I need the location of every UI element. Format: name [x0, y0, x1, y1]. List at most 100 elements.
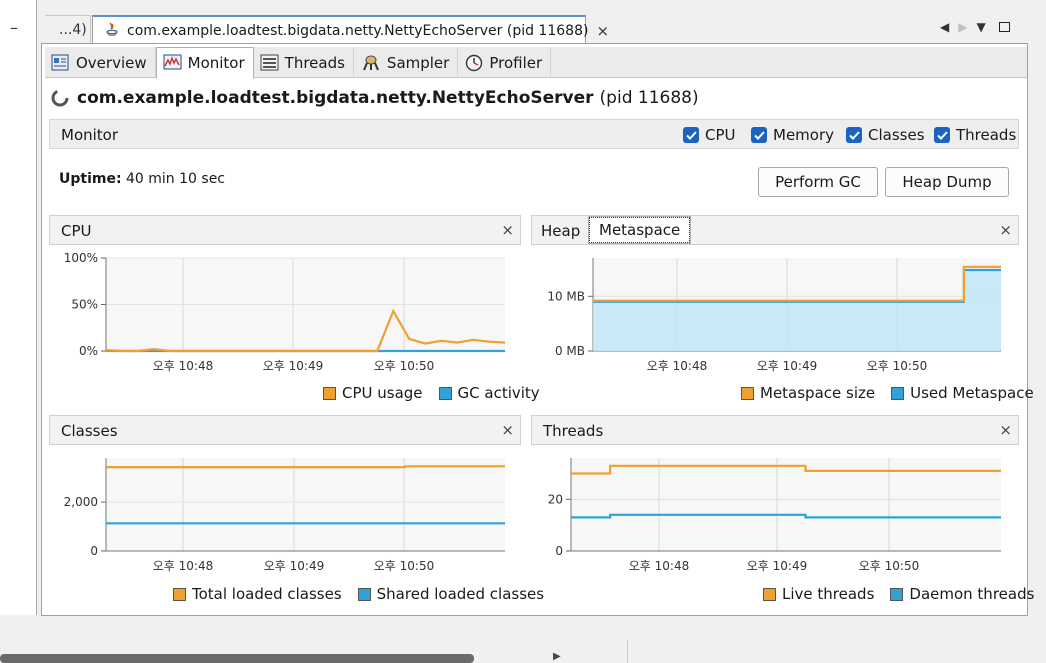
tab-profiler[interactable]: Profiler [458, 47, 552, 78]
legend-item: Daemon threads [890, 585, 1034, 603]
tab-threads-label: Threads [284, 53, 345, 72]
metaspace-legend: Metaspace size Used Metaspace [731, 384, 1034, 402]
x-tick-label: 오후 10:48 [629, 559, 689, 573]
tab-monitor[interactable]: Monitor [155, 47, 254, 79]
x-tick-label: 오후 10:48 [647, 359, 707, 373]
legend-item: CPU usage [323, 384, 423, 402]
legend-label: Used Metaspace [910, 384, 1034, 402]
cpu-panel-header: CPU × [49, 215, 521, 245]
classes-panel-header: Classes × [49, 415, 521, 445]
legend-item: Total loaded classes [173, 585, 342, 603]
legend-swatch [891, 386, 905, 400]
uptime-label: Uptime: [59, 171, 122, 187]
threads-chart: 오후 10:48 오후 10:49 오후 10:50 20 0 [548, 458, 1001, 573]
legend-item: Metaspace size [741, 384, 875, 402]
checkbox-cpu[interactable]: CPU [683, 126, 736, 144]
x-tick-label: 오후 10:50 [374, 559, 434, 573]
loading-icon [51, 89, 69, 107]
y-tick-label: 0 [555, 544, 563, 558]
x-tick-label: 오후 10:48 [153, 359, 213, 373]
maximize-icon[interactable] [998, 22, 1010, 32]
cpu-legend: CPU usage GC activity [313, 384, 540, 402]
checkbox-checked-icon [683, 127, 699, 143]
view-tabs: Overview Monitor Threads Sampler Profile… [45, 47, 1027, 79]
legend-swatch [323, 386, 336, 400]
checkbox-memory[interactable]: Memory [751, 126, 834, 144]
horizontal-scrollbar[interactable] [0, 654, 474, 663]
monitor-header: Monitor CPU Memory Classes Threads [49, 119, 1019, 149]
tab-heap[interactable]: Heap [532, 216, 591, 245]
divider [627, 640, 628, 663]
cpu-panel-title: CPU [61, 222, 92, 240]
close-icon[interactable]: × [999, 221, 1012, 239]
tab-metaspace[interactable]: Metaspace [587, 216, 692, 244]
tab-monitor-label: Monitor [187, 54, 245, 72]
close-icon[interactable]: × [501, 221, 514, 239]
tab-sampler[interactable]: Sampler [354, 47, 459, 78]
classes-panel-title: Classes [61, 422, 118, 440]
series-line-total-loaded-classes [106, 465, 505, 469]
close-icon[interactable]: × [999, 421, 1012, 439]
legend-swatch [890, 587, 904, 601]
tab-sampler-label: Sampler [386, 53, 450, 72]
x-tick-label: 오후 10:50 [374, 359, 434, 373]
close-icon[interactable]: × [596, 22, 609, 40]
tab-threads[interactable]: Threads [254, 47, 354, 78]
tab-list-icon[interactable]: ▼ [976, 20, 985, 34]
minimize-icon[interactable]: – [10, 18, 18, 37]
process-pid: (pid 11688) [599, 88, 699, 108]
legend-swatch [763, 587, 776, 601]
threads-panel-header: Threads × [531, 415, 1019, 445]
tab-overview[interactable]: Overview [45, 47, 156, 78]
memory-panel-header: Heap Metaspace × [531, 215, 1019, 245]
perform-gc-button[interactable]: Perform GC [758, 167, 878, 197]
process-name: com.example.loadtest.bigdata.netty.Netty… [77, 88, 594, 108]
y-tick-label: 0% [79, 344, 98, 358]
y-tick-label: 50% [71, 298, 98, 312]
checkbox-checked-icon [846, 127, 862, 143]
y-tick-label: 100% [64, 251, 98, 265]
checkbox-classes[interactable]: Classes [846, 126, 925, 144]
classes-chart: 오후 10:48 오후 10:49 오후 10:50 2,000 0 [64, 458, 505, 573]
left-panel [0, 0, 37, 615]
legend-item: Live threads [763, 585, 874, 603]
x-tick-label: 오후 10:49 [757, 359, 817, 373]
sampler-icon [363, 55, 379, 70]
metaspace-chart: 오후 10:48 오후 10:49 오후 10:50 10 MB 0 MB [547, 258, 1001, 373]
threads-legend: Live threads Daemon threads [753, 585, 1034, 603]
x-tick-label: 오후 10:48 [153, 559, 213, 573]
legend-item: GC activity [438, 384, 540, 402]
legend-label: CPU usage [342, 384, 423, 402]
tab-right-icon[interactable]: ▶ [958, 20, 967, 34]
legend-label: Shared loaded classes [376, 585, 545, 603]
checkbox-threads[interactable]: Threads [934, 126, 1016, 144]
legend-label: Total loaded classes [192, 585, 342, 603]
tab-left-icon[interactable]: ◀ [940, 20, 949, 34]
heap-dump-button[interactable]: Heap Dump [885, 167, 1009, 197]
threads-icon [260, 54, 279, 70]
cpu-chart: 오후 10:48 오후 10:49 오후 10:50 100% 50% 0% [64, 251, 506, 373]
tab-previous-label: ...4) [59, 22, 87, 38]
scroll-right-icon[interactable]: ▶ [553, 651, 561, 662]
x-tick-label: 오후 10:49 [263, 359, 323, 373]
legend-swatch [357, 587, 371, 601]
tab-profiler-label: Profiler [489, 53, 543, 72]
legend-item: Used Metaspace [891, 384, 1034, 402]
overview-icon [51, 54, 69, 70]
legend-label: Live threads [782, 585, 875, 603]
tab-nav-controls: ◀ ▶ ▼ [940, 20, 1010, 34]
checkbox-classes-label: Classes [868, 126, 925, 144]
tab-previous[interactable]: ...4) [45, 15, 91, 44]
tab-active-process[interactable]: com.example.loadtest.bigdata.netty.Netty… [92, 15, 609, 44]
checkbox-checked-icon [934, 127, 950, 143]
tab-overview-label: Overview [76, 53, 147, 72]
checkbox-checked-icon [751, 127, 767, 143]
legend-item: Shared loaded classes [357, 585, 545, 603]
y-tick-label: 20 [548, 492, 563, 506]
page-title: com.example.loadtest.bigdata.netty.Netty… [50, 88, 699, 108]
legend-label: GC activity [457, 384, 540, 402]
profiler-icon [466, 54, 483, 71]
x-tick-label: 오후 10:50 [859, 559, 919, 573]
checkbox-threads-label: Threads [956, 126, 1017, 144]
close-icon[interactable]: × [501, 421, 514, 439]
